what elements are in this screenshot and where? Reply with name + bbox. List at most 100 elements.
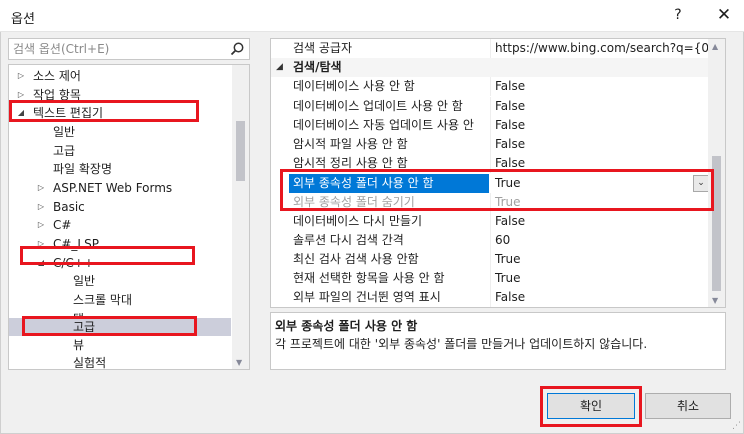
property-name: 암시적 정리 사용 안 함 [293,156,408,170]
grid-row-disable-database[interactable]: 데이터베이스 사용 안 함 False [271,77,709,96]
tree-item-csharp-lsp[interactable]: ▷ C#_LSP [9,235,231,253]
property-value[interactable]: True [495,269,521,288]
tree-item-work-items[interactable]: ▷ 작업 항목 [9,86,231,104]
tree-item-cpp-general[interactable]: 일반 [9,272,231,290]
grid-row-disable-up-to-date-check[interactable]: 최신 검사 검색 사용 안함 True [271,250,709,269]
tree-item-cpp-advanced[interactable]: 고급 [9,318,231,336]
description-title: 외부 종속성 폴더 사용 안 함 [275,319,418,333]
grid-row-disable-database-updates[interactable]: 데이터베이스 업데이트 사용 안 함 False [271,97,709,116]
column-divider [490,193,491,212]
property-value[interactable]: https://www.bing.com/search?q={0} [495,39,717,58]
tree-item-advanced[interactable]: 고급 [9,142,231,160]
search-box[interactable] [8,38,250,60]
property-name: 데이터베이스 자동 업데이트 사용 안 [293,118,474,132]
tree-scrollbar-thumb[interactable] [236,121,245,181]
tree-item-label: 소스 제어 [33,69,81,83]
expand-arrow-icon[interactable]: ▷ [35,179,47,197]
tree-item-view[interactable]: 뷰 [9,336,231,354]
tree-item-label: 고급 [53,144,76,158]
ok-button[interactable]: 확인 [547,393,635,419]
column-divider [490,77,491,96]
grid-row-disable-external-dependencies[interactable]: 외부 종속성 폴더 사용 안 함 True ⌄ [271,174,709,193]
resize-grip-icon[interactable]: ⋰ [732,421,741,431]
tree-item-label: Basic [53,200,85,214]
collapse-arrow-icon[interactable]: ◢ [15,104,27,122]
tree-item-source-control[interactable]: ▷ 소스 제어 [9,67,231,85]
category-name: 검색/탐색 [293,60,342,74]
tree-item-label: 텍스트 편집기 [33,106,104,120]
grid-row-hide-external-dependencies[interactable]: 외부 종속성 폴더 숨기기 True [271,193,709,212]
property-name: 외부 종속성 폴더 숨기기 [293,195,415,209]
grid-row-recreate-database[interactable]: 데이터베이스 다시 만들기 False [271,212,709,231]
collapse-arrow-icon[interactable]: ◢ [276,58,283,77]
column-divider [490,288,491,307]
tree-item-basic[interactable]: ▷ Basic [9,198,231,216]
scroll-down-icon[interactable]: ▼ [236,358,242,367]
tree-item-scrollbars[interactable]: 스크롤 막대 [9,291,231,309]
tree-item-c-cpp[interactable]: ◢ C/C++ [9,254,231,272]
grid-row-rescan-interval[interactable]: 솔루션 다시 검색 간격 60 [271,231,709,250]
column-divider [490,250,491,269]
property-grid: 검색 공급자 https://www.bing.com/search?q={0}… [270,38,726,308]
tree-item-label: 파일 확장명 [53,162,113,176]
property-name: 현재 선택한 항목을 사용 안 함 [293,271,445,285]
search-icon[interactable] [229,41,245,57]
tree-scrollbar[interactable]: ▼ [232,65,249,369]
dropdown-arrow-icon[interactable]: ⌄ [693,175,709,192]
grid-row-disable-implicit-files[interactable]: 암시적 파일 사용 안 함 False [271,135,709,154]
property-value[interactable]: False [495,154,525,173]
help-button[interactable]: ? [660,0,696,32]
property-value[interactable]: False [495,97,525,116]
grid-row-disable-implicit-cleanup[interactable]: 암시적 정리 사용 안 함 False [271,154,709,173]
expand-arrow-icon[interactable]: ▷ [35,216,47,234]
property-name: 암시적 파일 사용 안 함 [293,137,408,151]
search-input[interactable] [9,39,219,59]
property-name: 데이터베이스 업데이트 사용 안 함 [293,99,463,113]
cancel-button[interactable]: 취소 [645,393,731,419]
tree-item-label: 일반 [73,274,96,288]
grid-row-search-provider[interactable]: 검색 공급자 https://www.bing.com/search?q={0} [271,39,717,58]
expand-arrow-icon[interactable]: ▷ [15,86,27,104]
property-value[interactable]: True [495,250,521,269]
property-value[interactable]: False [495,212,525,231]
expand-arrow-icon[interactable]: ▷ [15,67,27,85]
column-divider [490,39,491,58]
close-button[interactable]: ✕ [706,0,742,32]
tree-item-label: ASP.NET Web Forms [53,181,173,195]
window-title: 옵션 [11,12,35,27]
tree-item-aspnet-web-forms[interactable]: ▷ ASP.NET Web Forms [9,179,231,197]
grid-scrollbar-thumb[interactable] [712,156,721,291]
description-text: 각 프로젝트에 대한 '외부 종속성' 폴더를 만들거나 업데이트하지 않습니다… [275,337,648,351]
tree-item-label: 작업 항목 [33,88,81,102]
property-value[interactable]: False [495,288,525,307]
scroll-up-icon[interactable]: ▲ [712,42,718,51]
expand-arrow-icon[interactable]: ▷ [35,235,47,253]
tree-item-file-extension[interactable]: 파일 확장명 [9,160,231,178]
collapse-arrow-icon[interactable]: ◢ [35,254,47,272]
tree-item-general[interactable]: 일반 [9,123,231,141]
grid-category-search-navigation[interactable]: ◢ 검색/탐색 [271,58,709,77]
grid-row-show-skipped-regions[interactable]: 외부 파일의 건너뛴 영역 표시 False [271,288,709,307]
property-name: 최신 검사 검색 사용 안함 [293,252,419,266]
property-value[interactable]: 60 [495,231,510,250]
property-value[interactable]: True [495,193,521,212]
tree-item-experimental[interactable]: 실험적 [9,354,231,369]
property-name: 솔루션 다시 검색 간격 [293,233,404,247]
tree-item-text-editor[interactable]: ◢ 텍스트 편집기 [9,104,231,122]
grid-row-disable-current-selection[interactable]: 현재 선택한 항목을 사용 안 함 True [271,269,709,288]
grid-row-disable-auto-updates[interactable]: 데이터베이스 자동 업데이트 사용 안 False [271,116,709,135]
tree-item-csharp[interactable]: ▷ C# [9,216,231,234]
expand-arrow-icon[interactable]: ▷ [35,198,47,216]
property-value[interactable]: False [495,135,525,154]
scroll-down-icon[interactable]: ▼ [712,296,718,305]
column-divider [490,231,491,250]
column-divider [490,135,491,154]
tree-item-label: C# [53,218,72,232]
property-value[interactable]: False [495,116,525,135]
property-name: 데이터베이스 사용 안 함 [293,79,415,93]
property-value[interactable]: True [495,174,521,193]
property-value[interactable]: False [495,77,525,96]
property-name: 외부 종속성 폴더 사용 안 함 [289,174,489,193]
grid-scrollbar[interactable]: ▲ ▼ [708,39,725,307]
property-name: 데이터베이스 다시 만들기 [293,214,423,228]
